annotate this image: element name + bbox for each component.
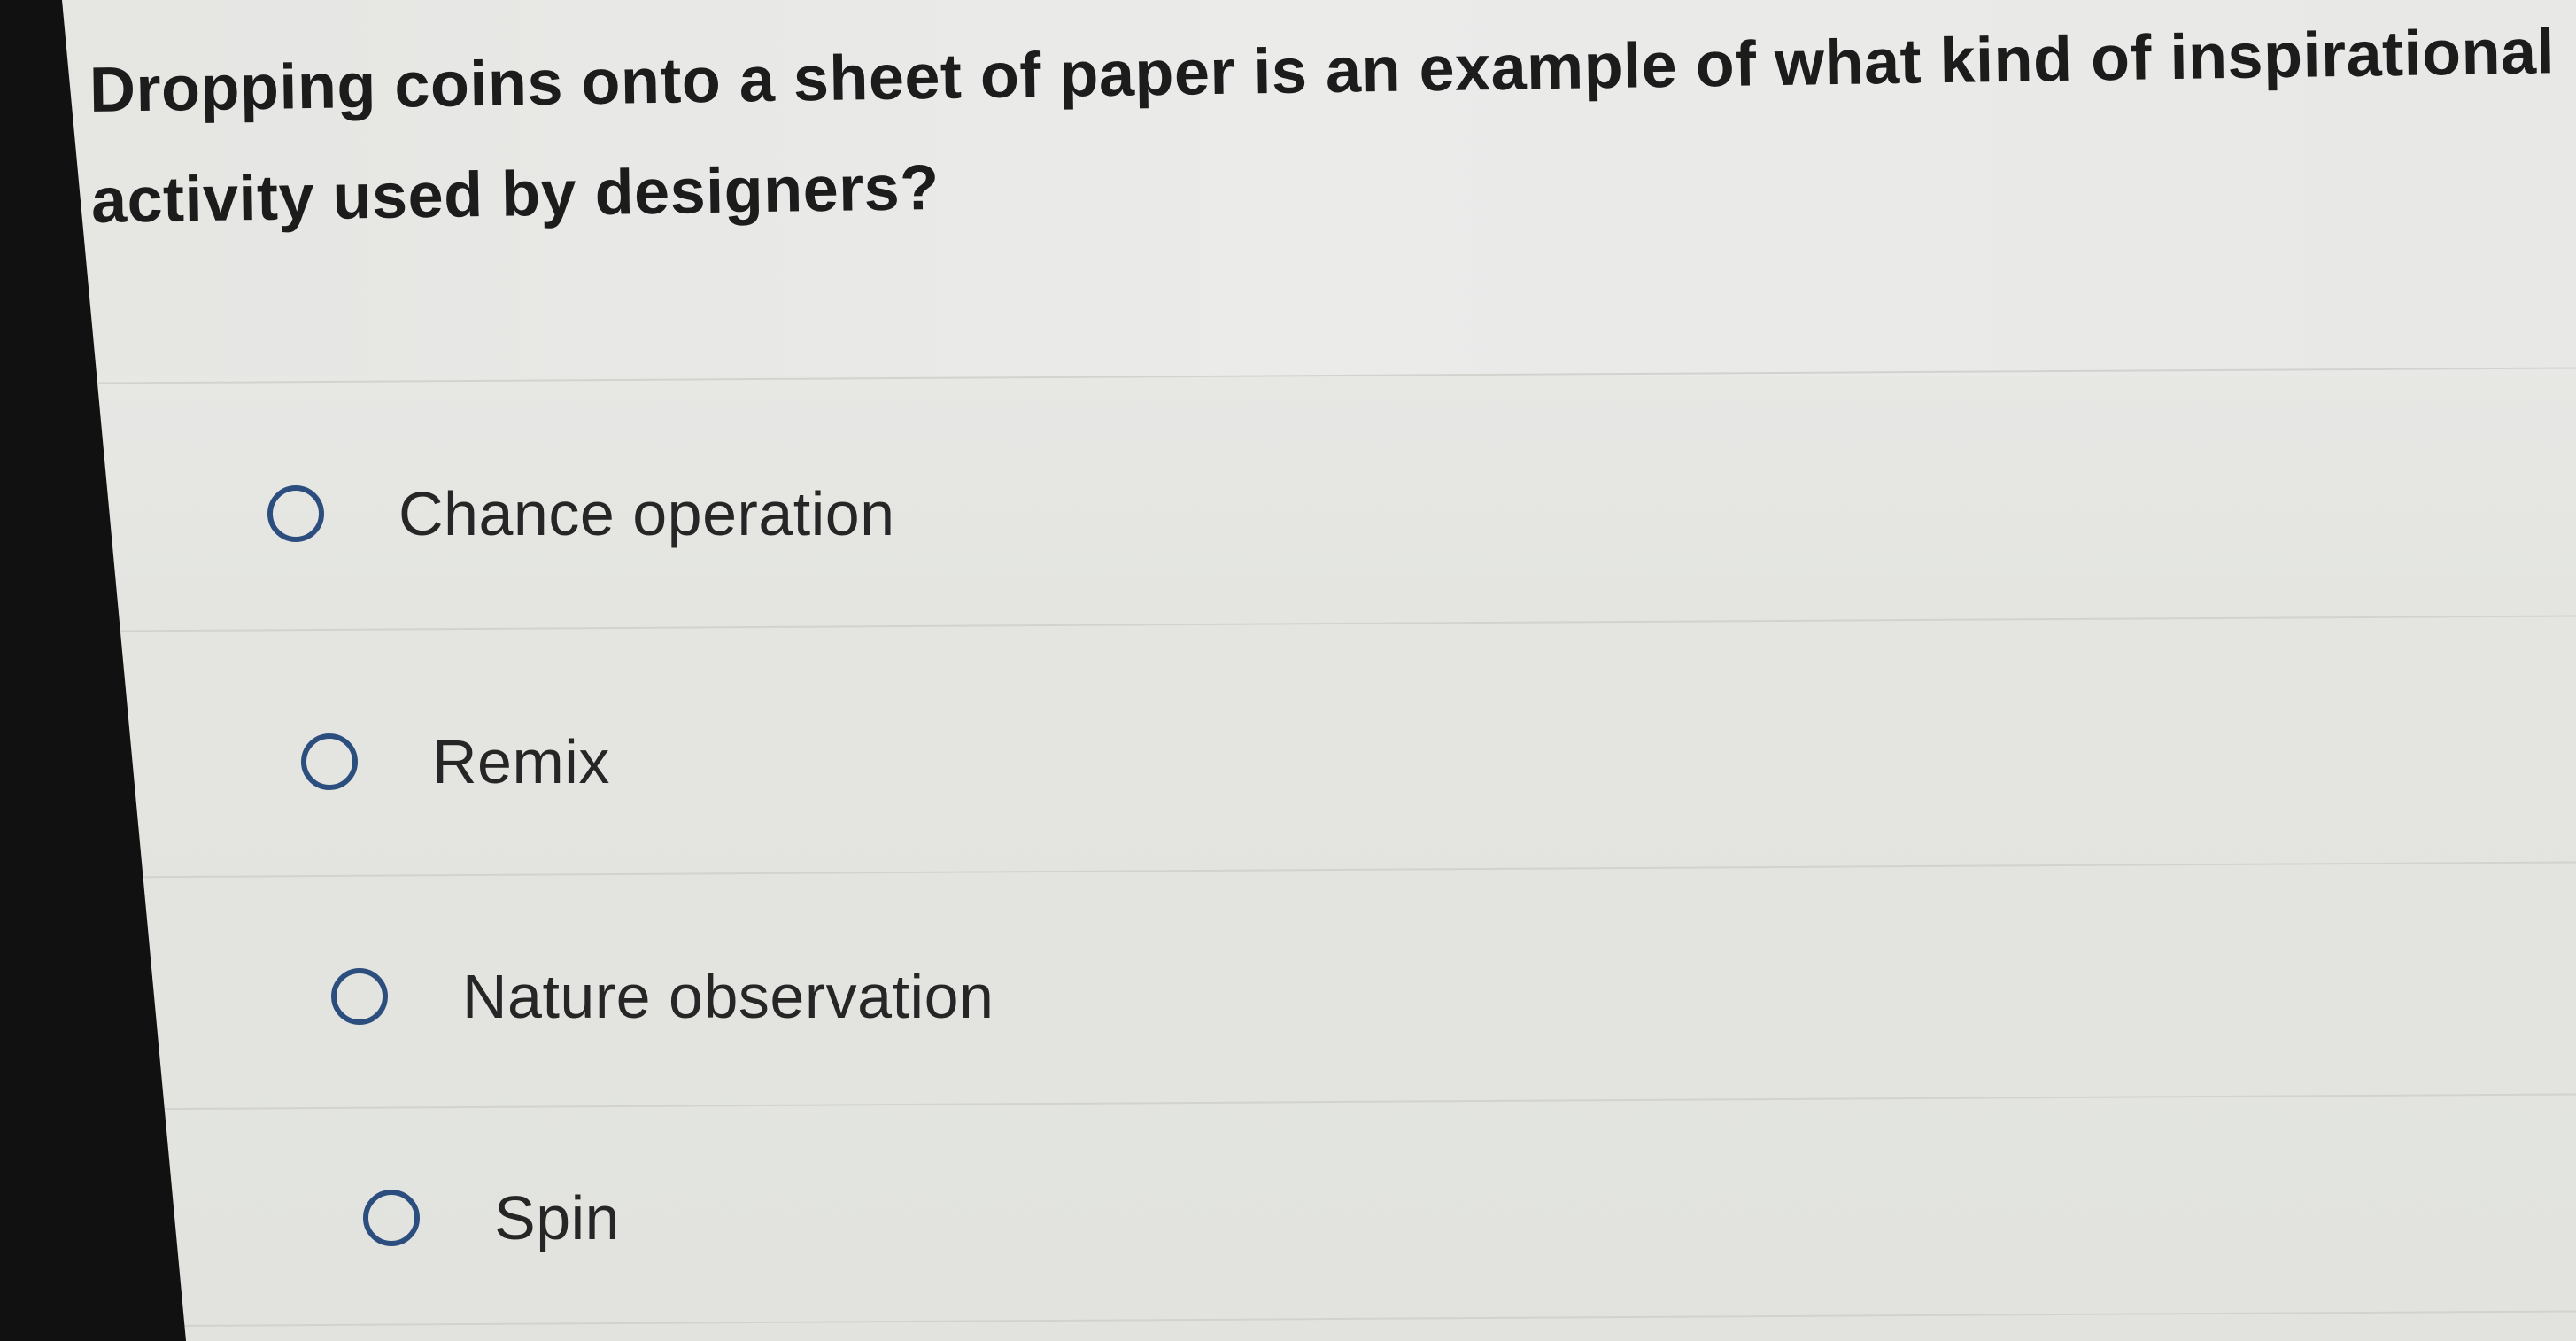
answer-option-nature-observation[interactable]: Nature observation [331,943,994,1050]
question-panel: Dropping coins onto a sheet of paper is … [0,0,2576,376]
radio-button-icon[interactable] [301,733,358,790]
answer-option-label: Nature observation [462,962,994,1031]
answer-option-label: Remix [432,727,610,796]
divider [35,1310,2576,1328]
answer-option-spin[interactable]: Spin [363,1165,620,1271]
radio-button-icon[interactable] [331,968,388,1025]
radio-button-icon[interactable] [363,1190,420,1246]
divider [35,615,2576,632]
answer-option-chance-operation[interactable]: Chance operation [267,461,895,567]
radio-button-icon[interactable] [267,485,324,542]
quiz-screen: Dropping coins onto a sheet of paper is … [0,0,2576,1341]
divider [35,1093,2576,1111]
question-text: Dropping coins onto a sheet of paper is … [89,16,2556,236]
answer-option-label: Spin [494,1183,621,1252]
answer-option-remix[interactable]: Remix [301,709,610,815]
divider [35,861,2576,879]
answer-option-label: Chance operation [398,479,895,548]
